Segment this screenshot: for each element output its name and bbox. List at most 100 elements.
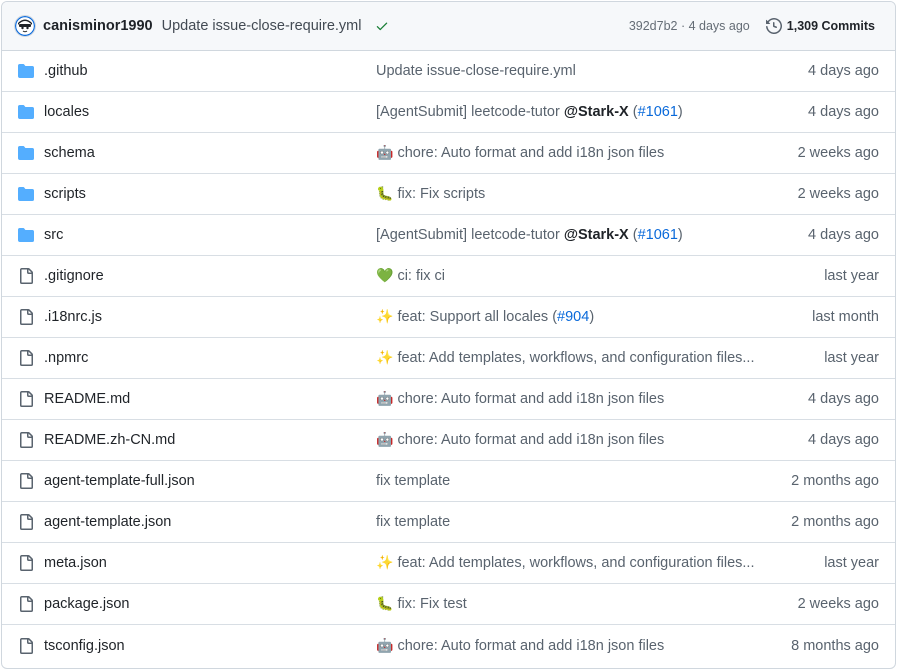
file-icon <box>18 432 36 448</box>
file-row[interactable]: src [AgentSubmit] leetcode-tutor @Stark-… <box>2 215 895 256</box>
file-name-link[interactable]: README.zh-CN.md <box>44 432 175 448</box>
commit-emoji: 🤖 <box>376 432 394 448</box>
commit-emoji: 🐛 <box>376 596 394 612</box>
file-commit-time: 4 days ago <box>808 227 879 243</box>
commit-text: fix: Fix scripts <box>397 186 486 202</box>
commit-issue-ref: (#904) <box>552 309 595 325</box>
commit-mention[interactable]: @Stark-X <box>564 104 629 120</box>
commit-issue-ref: (#1061) <box>628 104 683 120</box>
file-row[interactable]: schema 🤖 chore: Auto format and add i18n … <box>2 133 895 174</box>
commit-text: feat: Add templates, workflows, and conf… <box>397 555 755 571</box>
file-commit-time: 2 weeks ago <box>797 186 879 202</box>
file-row[interactable]: agent-template.json fix template 2 month… <box>2 502 895 543</box>
file-row[interactable]: README.zh-CN.md 🤖 chore: Auto format and … <box>2 420 895 461</box>
file-commit-message[interactable]: fix template <box>376 473 766 489</box>
file-commit-message[interactable]: [AgentSubmit] leetcode-tutor @Stark-X (#… <box>376 227 766 243</box>
file-row[interactable]: README.md 🤖 chore: Auto format and add i1… <box>2 379 895 420</box>
file-name-link[interactable]: locales <box>44 104 89 120</box>
file-name-link[interactable]: tsconfig.json <box>44 638 125 654</box>
file-row[interactable]: .github Update issue-close-require.yml 4… <box>2 51 895 92</box>
file-commit-message[interactable]: 🐛 fix: Fix test <box>376 596 766 612</box>
file-commit-message[interactable]: fix template <box>376 514 766 530</box>
folder-icon <box>18 186 36 202</box>
file-icon <box>18 350 36 366</box>
folder-icon <box>18 63 36 79</box>
file-commit-message[interactable]: 🐛 fix: Fix scripts <box>376 186 766 202</box>
commit-emoji: 🤖 <box>376 145 394 161</box>
file-name-link[interactable]: schema <box>44 145 95 161</box>
commit-emoji: ✨ <box>376 555 394 571</box>
commit-emoji: ✨ <box>376 350 394 366</box>
commit-text: feat: Support all locales <box>397 309 553 325</box>
file-row[interactable]: agent-template-full.json fix template 2 … <box>2 461 895 502</box>
commit-author-link[interactable]: canisminor1990 <box>43 18 153 34</box>
file-name-link[interactable]: src <box>44 227 63 243</box>
commit-emoji: 💚 <box>376 268 394 284</box>
file-commit-message[interactable]: ✨ feat: Add templates, workflows, and con… <box>376 350 766 366</box>
file-icon <box>18 473 36 489</box>
file-name-link[interactable]: scripts <box>44 186 86 202</box>
file-name-link[interactable]: .github <box>44 63 88 79</box>
file-row[interactable]: meta.json ✨ feat: Add templates, workflow… <box>2 543 895 584</box>
commit-text: [AgentSubmit] leetcode-tutor <box>376 227 564 243</box>
file-name-link[interactable]: meta.json <box>44 555 107 571</box>
commit-text: chore: Auto format and add i18n json fil… <box>397 637 665 654</box>
folder-icon <box>18 145 36 161</box>
commit-emoji: 🐛 <box>376 186 394 202</box>
file-commit-message[interactable]: [AgentSubmit] leetcode-tutor @Stark-X (#… <box>376 104 766 120</box>
issue-link[interactable]: #1061 <box>638 104 678 120</box>
commit-sha-link[interactable]: 392d7b2 · 4 days ago <box>629 19 750 33</box>
file-row[interactable]: scripts 🐛 fix: Fix scripts 2 weeks ago <box>2 174 895 215</box>
history-icon <box>765 18 782 34</box>
commit-text: fix template <box>376 473 451 489</box>
file-commit-time: 2 months ago <box>791 473 879 489</box>
file-commit-time: 2 months ago <box>791 514 879 530</box>
author-avatar[interactable] <box>14 15 36 37</box>
file-icon <box>18 268 36 284</box>
file-commit-time: last year <box>824 268 879 284</box>
file-row[interactable]: tsconfig.json 🤖 chore: Auto format and ad… <box>2 625 895 666</box>
file-row[interactable]: .npmrc ✨ feat: Add templates, workflows, … <box>2 338 895 379</box>
file-commit-message[interactable]: 💚 ci: fix ci <box>376 268 766 284</box>
file-commit-time: 8 months ago <box>791 637 879 654</box>
file-name-link[interactable]: agent-template-full.json <box>44 473 195 489</box>
file-row[interactable]: .gitignore 💚 ci: fix ci last year <box>2 256 895 297</box>
file-commit-time: last year <box>824 350 879 366</box>
file-list: .github Update issue-close-require.yml 4… <box>2 51 895 666</box>
file-name-link[interactable]: README.md <box>44 391 130 407</box>
latest-commit-message[interactable]: Update issue-close-require.yml <box>162 18 362 34</box>
file-name-link[interactable]: .gitignore <box>44 268 104 284</box>
file-row[interactable]: .i18nrc.js ✨ feat: Support all locales (#… <box>2 297 895 338</box>
check-icon[interactable] <box>375 19 389 33</box>
file-commit-time: last month <box>812 309 879 325</box>
file-commit-message[interactable]: Update issue-close-require.yml <box>376 63 766 79</box>
issue-link[interactable]: #904 <box>557 309 589 325</box>
avatar-face-icon <box>15 16 35 36</box>
file-commit-message[interactable]: 🤖 chore: Auto format and add i18n json fi… <box>376 145 766 161</box>
file-icon <box>18 391 36 407</box>
file-commit-time: 4 days ago <box>808 104 879 120</box>
commits-history-link[interactable]: 1,309 Commits <box>765 18 875 34</box>
folder-icon <box>18 104 36 120</box>
commit-emoji: 🤖 <box>376 391 394 407</box>
file-row[interactable]: package.json 🐛 fix: Fix test 2 weeks ago <box>2 584 895 625</box>
file-commit-time: 4 days ago <box>808 432 879 448</box>
file-name-link[interactable]: agent-template.json <box>44 514 171 530</box>
file-name-link[interactable]: package.json <box>44 596 129 612</box>
file-commit-time: 4 days ago <box>808 63 879 79</box>
file-icon <box>18 309 36 325</box>
file-name-link[interactable]: .i18nrc.js <box>44 309 102 325</box>
file-commit-message[interactable]: 🤖 chore: Auto format and add i18n json fi… <box>376 638 766 654</box>
issue-link[interactable]: #1061 <box>638 227 678 243</box>
commit-mention[interactable]: @Stark-X <box>564 227 629 243</box>
file-name-link[interactable]: .npmrc <box>44 350 88 366</box>
file-commit-time: 4 days ago <box>808 391 879 407</box>
file-commit-message[interactable]: 🤖 chore: Auto format and add i18n json fi… <box>376 391 766 407</box>
file-commit-message[interactable]: ✨ feat: Add templates, workflows, and con… <box>376 555 766 571</box>
file-commit-message[interactable]: ✨ feat: Support all locales (#904) <box>376 309 766 325</box>
file-row[interactable]: locales [AgentSubmit] leetcode-tutor @St… <box>2 92 895 133</box>
commit-text: chore: Auto format and add i18n json fil… <box>397 391 665 407</box>
commit-text: Update issue-close-require.yml <box>376 63 576 79</box>
file-commit-message[interactable]: 🤖 chore: Auto format and add i18n json fi… <box>376 432 766 448</box>
commit-text: chore: Auto format and add i18n json fil… <box>397 145 665 161</box>
